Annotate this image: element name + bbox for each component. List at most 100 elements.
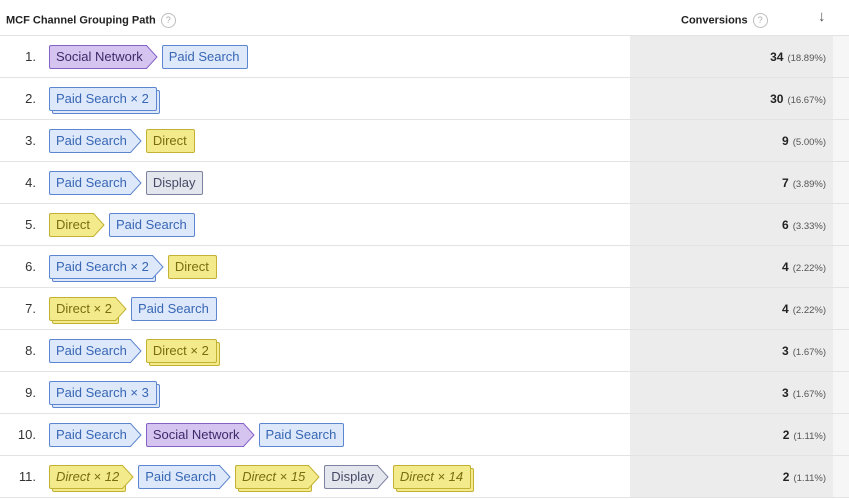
conversions-percent: (1.67%) [792,389,826,400]
column-header-conversions[interactable]: Conversions? [681,13,768,28]
table-row: 6. Paid Search × 2 Direct 4 (2.22%) [0,246,849,288]
path-step-label: Paid Search [49,423,131,447]
channel-path: Direct Paid Search [49,212,210,238]
chevron-right-icon [308,465,320,489]
table-row: 11. Direct × 12 Paid Search Direct × 15 Disp… [0,456,849,498]
table-header: MCF Channel Grouping Path? Conversions? … [0,0,849,36]
conversions-value: 2 [782,428,790,442]
help-icon[interactable]: ? [160,13,176,28]
chevron-right-icon [376,465,389,489]
chevron-right-icon [92,213,105,237]
path-step-direct[interactable]: Direct [167,255,217,279]
path-step-label: Paid Search [161,45,248,69]
conversions-percent: (3.33%) [792,221,826,232]
table-row: 10. Paid Search Social Network Paid Search 2… [0,414,849,456]
conversions-cell: 4 (2.22%) [630,246,833,287]
path-step-label: Direct [49,213,94,237]
path-step-social[interactable]: Social Network [145,423,255,447]
chevron-right-icon [219,465,231,489]
path-step-label: Social Network [49,45,147,69]
path-step-display[interactable]: Display [145,171,204,195]
path-step-label: Paid Search × 2 [49,255,153,279]
chevron-right-icon [129,339,142,363]
channel-path: Paid Search Direct [49,128,210,154]
chevron-right-icon [115,297,127,321]
path-step-paid[interactable]: Paid Search [131,297,217,321]
table-row: 2. Paid Search × 2 30 (16.67%) [0,78,849,120]
conversions-value: 2 [782,470,790,484]
channel-path: Paid Search × 2 Direct [49,254,232,282]
row-index: 9. [25,385,36,400]
row-index: 11. [18,469,36,484]
conversions-cell: 9 (5.00%) [630,120,833,161]
channel-path: Direct × 2 Paid Search [49,296,232,324]
row-gutter [833,36,849,77]
conversions-value: 4 [782,302,789,316]
row-gutter [833,120,849,161]
row-gutter [833,414,849,455]
path-step-label: Paid Search × 2 [49,87,157,111]
chevron-right-icon [129,171,142,195]
conversions-cell: 3 (1.67%) [630,330,833,371]
path-step-paid[interactable]: Paid Search [49,423,142,447]
row-gutter [833,456,849,497]
path-step-paid[interactable]: Paid Search × 2 [49,255,164,282]
path-step-paid[interactable]: Paid Search [49,129,142,153]
path-step-paid[interactable]: Paid Search [108,213,195,237]
chevron-right-icon [129,129,142,153]
path-step-display[interactable]: Display [324,465,389,489]
path-step-paid[interactable]: Paid Search [49,171,142,195]
path-step-direct[interactable]: Direct × 2 [145,339,220,366]
chevron-right-icon [151,255,164,279]
path-step-direct[interactable]: Direct × 14 [392,465,475,492]
channel-path: Paid Search Social Network Paid Search [49,422,359,448]
path-step-label: Paid Search [49,339,131,363]
row-gutter [833,78,849,119]
column-header-path[interactable]: MCF Channel Grouping Path? [6,13,176,28]
conversions-cell: 7 (3.89%) [630,162,833,203]
path-step-paid[interactable]: Paid Search × 3 [49,381,160,408]
path-step-label: Paid Search [131,297,217,321]
table-row: 7. Direct × 2 Paid Search 4 (2.22%) [0,288,849,330]
path-step-label: Paid Search [49,129,131,153]
conversions-value: 9 [782,134,789,148]
conversions-cell: 2 (1.11%) [630,414,833,455]
conversions-value: 34 [770,50,784,64]
row-gutter [833,372,849,413]
table-row: 8. Paid Search Direct × 2 3 (1.67%) [0,330,849,372]
conversions-value: 6 [782,218,789,232]
column-header-path-label: MCF Channel Grouping Path [6,14,156,27]
conversions-value: 30 [770,92,784,106]
conversions-cell: 2 (1.11%) [630,456,833,497]
path-step-direct[interactable]: Direct [145,129,195,153]
row-index: 4. [25,175,36,190]
conversions-cell: 30 (16.67%) [630,78,833,119]
path-step-direct[interactable]: Direct × 12 [49,465,134,492]
sort-descending-icon[interactable]: ↓ [818,8,826,25]
path-step-social[interactable]: Social Network [49,45,158,69]
path-step-direct[interactable]: Direct [49,213,105,237]
path-step-label: Direct [145,129,195,153]
chevron-right-icon [122,465,134,489]
path-step-paid[interactable]: Paid Search [161,45,248,69]
channel-path: Paid Search × 3 [49,380,172,408]
help-icon[interactable]: ? [752,13,768,28]
conversions-value: 7 [782,176,789,190]
path-step-paid[interactable]: Paid Search [258,423,345,447]
path-step-label: Direct × 12 [49,465,124,489]
conversions-percent: (16.67%) [787,95,826,106]
path-step-direct[interactable]: Direct × 15 [235,465,320,492]
table-row: 9. Paid Search × 3 3 (1.67%) [0,372,849,414]
row-gutter [833,330,849,371]
conversions-cell: 34 (18.89%) [630,36,833,77]
path-step-paid[interactable]: Paid Search [138,465,231,489]
path-step-label: Direct × 2 [49,297,116,321]
channel-path: Direct × 12 Paid Search Direct × 15 Display… [49,464,486,492]
conversions-cell: 3 (1.67%) [630,372,833,413]
row-gutter [833,288,849,329]
row-gutter [833,246,849,287]
path-step-direct[interactable]: Direct × 2 [49,297,127,324]
path-step-paid[interactable]: Paid Search × 2 [49,87,160,114]
path-step-paid[interactable]: Paid Search [49,339,142,363]
path-step-label: Display [324,465,378,489]
